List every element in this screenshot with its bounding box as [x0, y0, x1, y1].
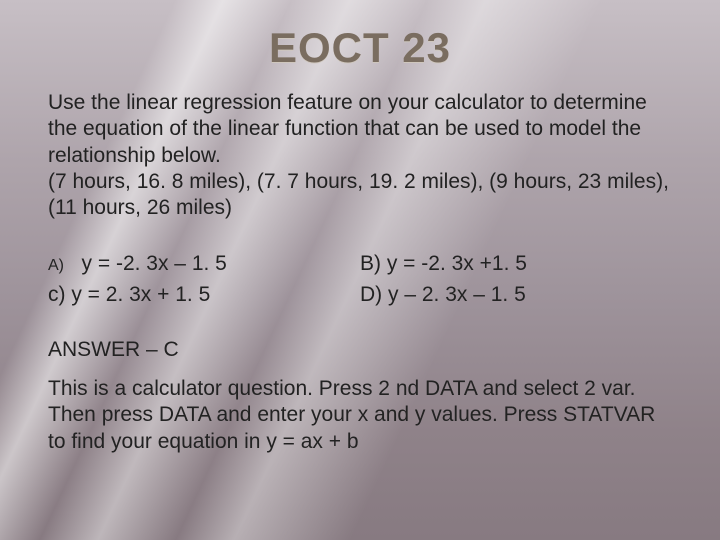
choice-c: c) y = 2. 3x + 1. 5 [48, 280, 360, 310]
slide-title: EOCT 23 [48, 24, 672, 72]
choice-b: B) y = -2. 3x +1. 5 [360, 249, 672, 279]
answer-line: ANSWER – C [48, 338, 672, 362]
choices-right-column: B) y = -2. 3x +1. 5 D) y – 2. 3x – 1. 5 [360, 249, 672, 310]
choice-d: D) y – 2. 3x – 1. 5 [360, 280, 672, 310]
choices-left-column: A) y = -2. 3x – 1. 5 c) y = 2. 3x + 1. 5 [48, 249, 360, 310]
choice-a-equation: y = -2. 3x – 1. 5 [82, 252, 227, 275]
choice-a: A) y = -2. 3x – 1. 5 [48, 249, 360, 279]
answer-choices: A) y = -2. 3x – 1. 5 c) y = 2. 3x + 1. 5… [48, 249, 672, 310]
slide: EOCT 23 Use the linear regression featur… [0, 0, 720, 540]
choice-a-label: A) [48, 257, 64, 274]
explanation: This is a calculator question. Press 2 n… [48, 376, 672, 455]
choice-a-text [70, 252, 82, 275]
question-prompt: Use the linear regression feature on you… [48, 90, 672, 221]
